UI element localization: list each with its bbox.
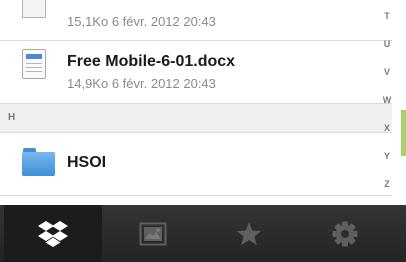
docx-file-icon (22, 49, 46, 79)
star-icon (236, 221, 262, 245)
index-letter-z[interactable]: Z (380, 179, 394, 189)
folder-row[interactable]: HSOI (0, 133, 392, 196)
gear-icon (332, 221, 358, 246)
file-row-partial[interactable]: 15,1Ko 6 févr. 2012 20:43 (0, 0, 392, 41)
tab-bar (0, 205, 406, 262)
file-meta: 14,9Ko 6 févr. 2012 20:43 (67, 76, 216, 91)
section-header-label: H (8, 112, 16, 123)
tab-dropbox[interactable] (4, 205, 102, 262)
tab-settings[interactable] (296, 205, 394, 262)
index-letter-v[interactable]: V (380, 67, 394, 77)
index-letter-u[interactable]: U (380, 39, 394, 49)
index-letter-x[interactable]: X (380, 123, 394, 133)
index-letter-w[interactable]: W (380, 95, 394, 105)
file-meta: 15,1Ko 6 févr. 2012 20:43 (67, 14, 216, 29)
file-name: Free Mobile-6-01.docx (67, 53, 236, 70)
folder-name: HSOI (67, 154, 107, 171)
photos-icon (139, 222, 167, 245)
section-header: H (0, 104, 392, 133)
index-letter-t[interactable]: T (380, 11, 394, 21)
file-list: 15,1Ko 6 févr. 2012 20:43 Free Mobile-6-… (0, 0, 406, 205)
tab-favorites[interactable] (200, 205, 298, 262)
scroll-indicator (401, 110, 406, 156)
file-row-docx[interactable]: Free Mobile-6-01.docx 14,9Ko 6 févr. 201… (0, 41, 392, 104)
dropbox-icon (38, 220, 68, 247)
folder-icon (22, 148, 55, 176)
index-letter-y[interactable]: Y (380, 151, 394, 161)
tab-photos[interactable] (104, 205, 202, 262)
alphabet-index-bar[interactable]: T U V W X Y Z (380, 0, 406, 205)
file-thumbnail-icon (22, 0, 46, 18)
